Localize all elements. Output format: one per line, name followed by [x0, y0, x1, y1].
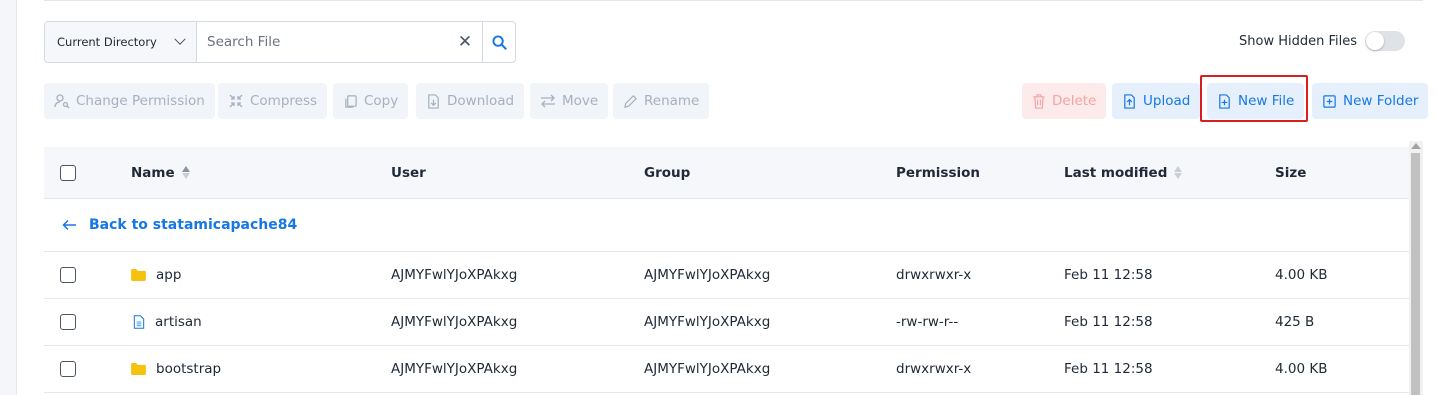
scrollbar-thumb[interactable]: [1411, 153, 1420, 395]
compress-icon: [229, 94, 243, 108]
new-folder-icon: [1323, 94, 1336, 108]
column-user-header: User: [391, 164, 426, 181]
show-hidden-files-label: Show Hidden Files: [1239, 33, 1357, 49]
file-modified: Feb 11 12:58: [1064, 314, 1153, 330]
close-icon: ✕: [457, 32, 473, 52]
move-arrows-icon: [541, 94, 555, 108]
column-modified-header[interactable]: Last modified: [1064, 164, 1183, 181]
toggle-knob: [1366, 32, 1384, 50]
file-name-link[interactable]: artisan: [133, 314, 202, 330]
file-permission[interactable]: -rw-rw-r--: [896, 314, 958, 330]
table-row[interactable]: artisan AJMYFwlYJoXPAkxg AJMYFwlYJoXPAkx…: [44, 299, 1409, 346]
file-name: artisan: [155, 314, 202, 330]
search-button[interactable]: [482, 22, 515, 62]
move-label: Move: [562, 93, 599, 109]
upload-label: Upload: [1143, 93, 1191, 109]
file-group: AJMYFwlYJoXPAkxg: [644, 267, 771, 283]
file-modified: Feb 11 12:58: [1064, 267, 1153, 283]
back-link[interactable]: Back to statamicapache84: [62, 217, 297, 233]
show-hidden-files: Show Hidden Files: [1239, 31, 1405, 51]
row-checkbox[interactable]: [60, 314, 76, 330]
file-icon: [133, 315, 145, 329]
new-folder-label: New Folder: [1343, 93, 1419, 109]
row-checkbox[interactable]: [60, 267, 76, 283]
user-key-icon: [54, 94, 70, 109]
new-file-icon: [1219, 93, 1230, 109]
search-input[interactable]: [197, 22, 448, 62]
file-name-link[interactable]: app: [131, 267, 181, 283]
change-permission-button[interactable]: Change Permission: [44, 83, 215, 119]
copy-button[interactable]: Copy: [333, 83, 409, 119]
download-label: Download: [447, 93, 515, 109]
left-rail: [0, 0, 17, 395]
upload-button[interactable]: Upload: [1112, 83, 1201, 119]
directory-scope-select[interactable]: Current Directory: [45, 22, 197, 62]
search-icon: [491, 34, 507, 50]
compress-button[interactable]: Compress: [218, 83, 328, 119]
column-permission-header: Permission: [896, 164, 980, 181]
file-name: bootstrap: [156, 361, 222, 377]
file-table: Name User Group Permission Last modified…: [44, 147, 1409, 393]
clear-search-button[interactable]: ✕: [448, 22, 482, 62]
back-row: Back to statamicapache84: [44, 199, 1409, 252]
copy-icon: [345, 94, 357, 108]
file-size: 4.00 KB: [1275, 267, 1328, 283]
file-user: AJMYFwlYJoXPAkxg: [391, 314, 518, 330]
file-user: AJMYFwlYJoXPAkxg: [391, 267, 518, 283]
column-name-label: Name: [131, 164, 175, 181]
table-row[interactable]: app AJMYFwlYJoXPAkxg AJMYFwlYJoXPAkxg dr…: [44, 252, 1409, 299]
download-button[interactable]: Download: [416, 83, 525, 119]
column-size-header: Size: [1275, 164, 1307, 181]
pencil-icon: [624, 94, 637, 108]
delete-button[interactable]: Delete: [1022, 83, 1107, 119]
directory-scope-label: Current Directory: [57, 35, 157, 49]
copy-label: Copy: [364, 93, 399, 109]
column-modified-label: Last modified: [1064, 164, 1168, 181]
scroll-up-arrow-icon[interactable]: [1411, 143, 1421, 149]
new-file-label: New File: [1238, 93, 1295, 109]
divider: [44, 0, 1423, 1]
change-permission-label: Change Permission: [76, 93, 205, 109]
file-search-group: Current Directory ✕: [44, 21, 516, 63]
file-name: app: [156, 267, 182, 283]
back-link-label: Back to statamicapache84: [89, 217, 298, 233]
file-group: AJMYFwlYJoXPAkxg: [644, 361, 771, 377]
new-folder-button[interactable]: New Folder: [1312, 83, 1429, 119]
file-size: 4.00 KB: [1275, 361, 1328, 377]
file-permission[interactable]: drwxrwxr-x: [896, 361, 971, 377]
column-group-header: Group: [644, 164, 691, 181]
arrow-left-icon: [62, 219, 76, 231]
move-button[interactable]: Move: [530, 83, 609, 119]
file-modified: Feb 11 12:58: [1064, 361, 1153, 377]
download-file-icon: [428, 93, 439, 109]
column-name-header[interactable]: Name: [131, 165, 190, 181]
file-size: 425 B: [1275, 314, 1315, 330]
sort-icon: [181, 166, 190, 179]
compress-label: Compress: [250, 93, 318, 109]
select-all-checkbox[interactable]: [60, 164, 76, 181]
sort-icon: [1174, 166, 1183, 179]
folder-icon: [131, 269, 146, 281]
table-header: Name User Group Permission Last modified…: [44, 147, 1409, 199]
chevron-down-icon: [174, 33, 186, 45]
table-row[interactable]: bootstrap AJMYFwlYJoXPAkxg AJMYFwlYJoXPA…: [44, 346, 1409, 393]
show-hidden-files-toggle[interactable]: [1365, 31, 1405, 51]
file-group: AJMYFwlYJoXPAkxg: [644, 314, 771, 330]
upload-file-icon: [1124, 93, 1135, 109]
file-user: AJMYFwlYJoXPAkxg: [391, 361, 518, 377]
file-name-link[interactable]: bootstrap: [131, 361, 221, 377]
rename-button[interactable]: Rename: [613, 83, 710, 119]
file-permission[interactable]: drwxrwxr-x: [896, 267, 971, 283]
rename-label: Rename: [644, 93, 700, 109]
delete-label: Delete: [1052, 93, 1097, 109]
trash-icon: [1033, 93, 1045, 109]
row-checkbox[interactable]: [60, 361, 76, 377]
new-file-button[interactable]: New File: [1207, 83, 1305, 119]
folder-icon: [131, 363, 146, 375]
